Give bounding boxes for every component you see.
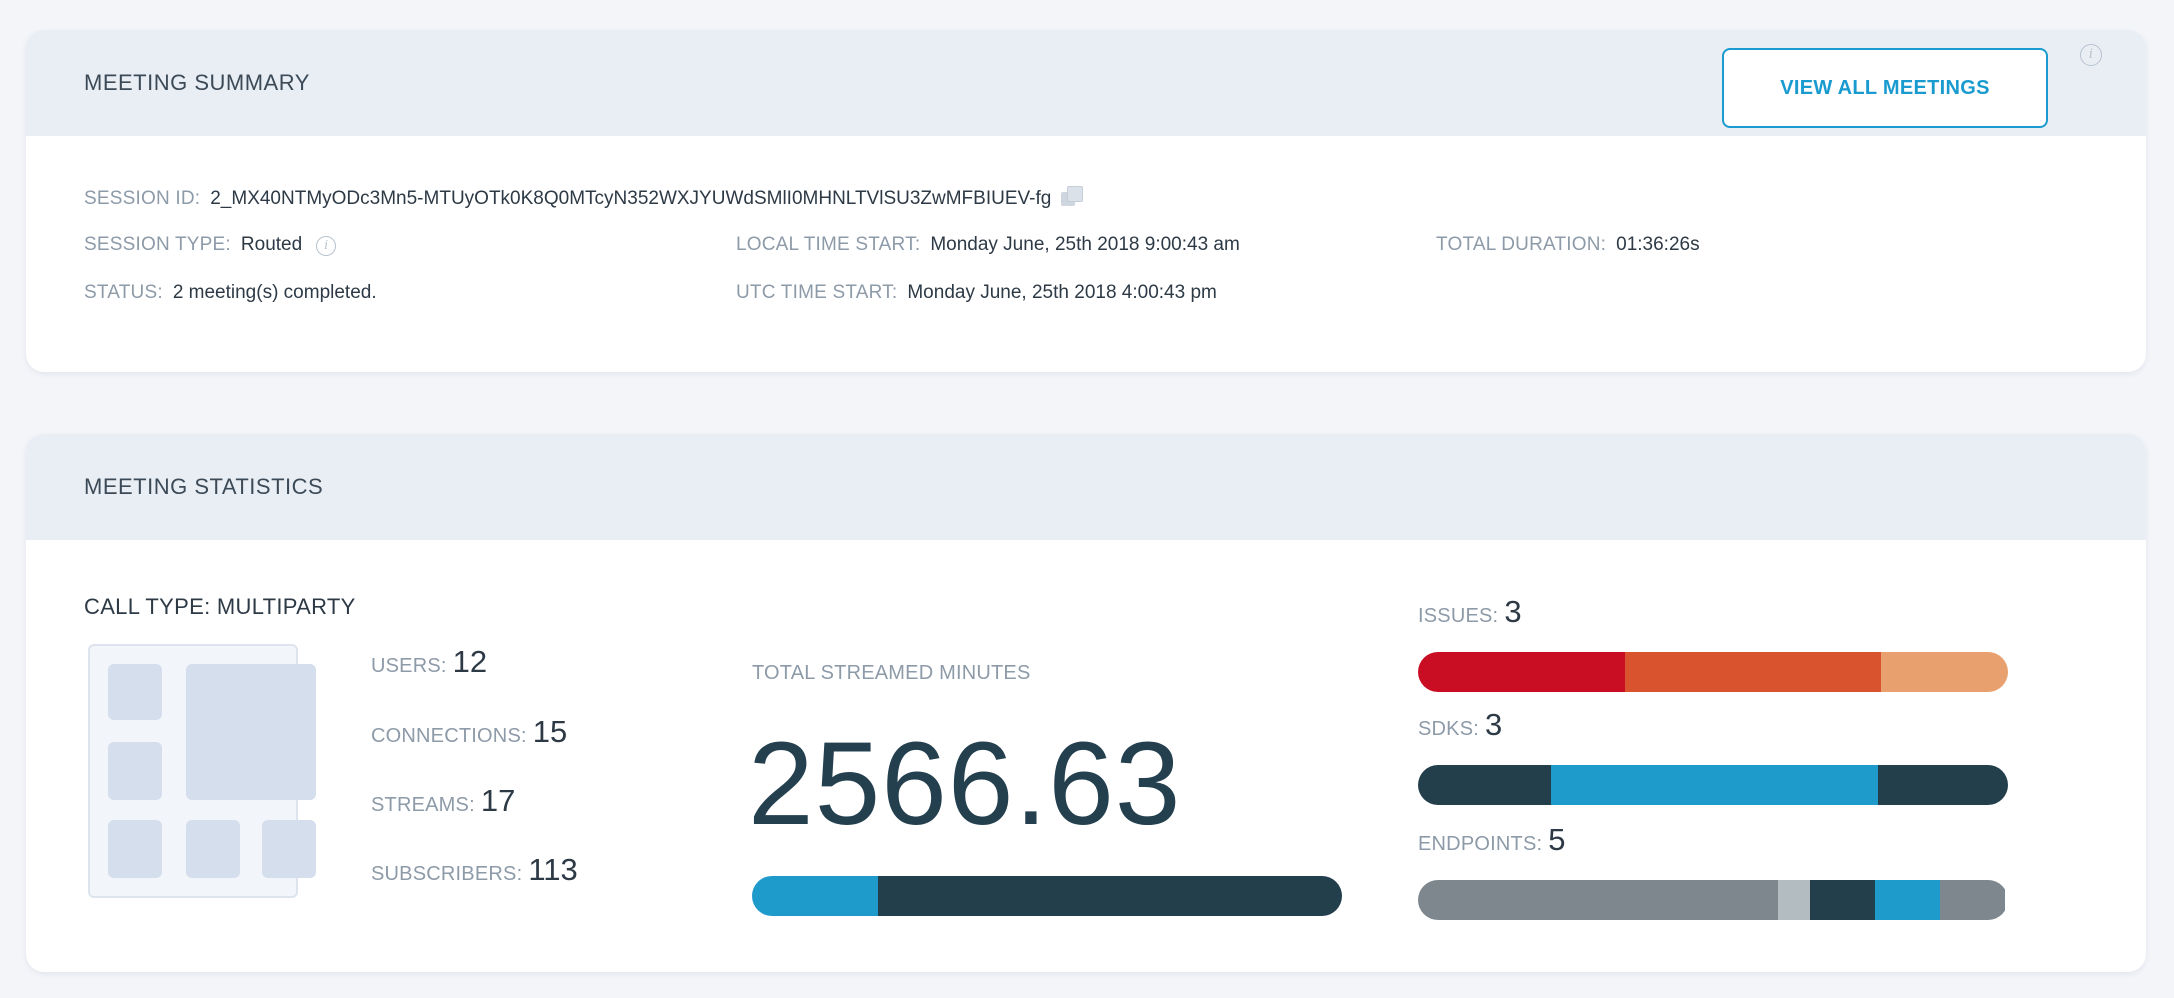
utc-time-label: UTC TIME START: (736, 282, 898, 303)
info-icon[interactable]: i (2080, 44, 2102, 66)
subscribers-value: 113 (528, 852, 578, 887)
issues-value: 3 (1504, 594, 1522, 629)
sdks-segment[interactable] (1878, 765, 2008, 805)
local-time-label: LOCAL TIME START: (736, 234, 921, 255)
users-label: USERS: (371, 655, 447, 677)
sdks-stat: SDKS: 3 (1418, 707, 1502, 743)
issues-label: ISSUES: (1418, 605, 1499, 627)
meeting-statistics-header: MEETING STATISTICS (26, 434, 2146, 540)
sdks-segment[interactable] (1418, 765, 1551, 805)
meeting-statistics-card: MEETING STATISTICS CALL TYPE: MULTIPARTY… (26, 434, 2146, 972)
session-id-value: 2_MX40NTMyODc3Mn5-MTUyOTk0K8Q0MTcyN352WX… (210, 188, 1052, 209)
local-time-value: Monday June, 25th 2018 9:00:43 am (930, 234, 1240, 255)
streams-label: STREAMS: (371, 794, 475, 816)
endpoints-value: 5 (1548, 822, 1566, 857)
endpoints-segment[interactable] (1777, 880, 1811, 920)
subscribers-label: SUBSCRIBERS: (371, 863, 523, 885)
layout-tile (108, 664, 162, 720)
streamed-minutes-bar (752, 876, 1342, 916)
session-type-label: SESSION TYPE: (84, 234, 231, 255)
meeting-summary-title: MEETING SUMMARY (84, 70, 310, 95)
endpoints-segment[interactable] (1875, 880, 1941, 920)
copy-icon[interactable] (1061, 186, 1084, 206)
layout-tile-main (186, 664, 316, 800)
issues-bar (1418, 652, 2008, 692)
streams-value: 17 (480, 783, 516, 818)
layout-tile (262, 820, 316, 878)
local-time-field: LOCAL TIME START: Monday June, 25th 2018 … (736, 234, 1240, 256)
status-value: 2 meeting(s) completed. (172, 282, 377, 303)
meeting-statistics-title: MEETING STATISTICS (84, 474, 324, 499)
layout-tile (108, 742, 162, 800)
sdks-label: SDKS: (1418, 718, 1480, 740)
issues-stat: ISSUES: 3 (1418, 594, 1522, 630)
issues-segment[interactable] (1624, 652, 1882, 692)
endpoints-segment[interactable] (1418, 880, 1778, 920)
view-all-meetings-button[interactable]: VIEW ALL MEETINGS (1722, 48, 2048, 128)
users-stat: USERS: 12 (371, 644, 487, 680)
info-icon[interactable]: i (316, 236, 337, 256)
meeting-summary-header: MEETING SUMMARY VIEW ALL MEETINGS i (26, 30, 2146, 136)
utc-time-value: Monday June, 25th 2018 4:00:43 pm (907, 282, 1217, 303)
endpoints-segment[interactable] (1810, 880, 1876, 920)
sdks-segment[interactable] (1550, 765, 1879, 805)
total-duration-value: 01:36:26s (1616, 234, 1700, 255)
connections-label: CONNECTIONS: (371, 725, 527, 747)
layout-tile (186, 820, 240, 878)
layout-tile (108, 820, 162, 878)
total-streamed-minutes-label: TOTAL STREAMED MINUTES (752, 662, 1031, 684)
total-duration-field: TOTAL DURATION: 01:36:26s (1436, 234, 1700, 256)
session-id-field: SESSION ID: 2_MX40NTMyODc3Mn5-MTUyOTk0K8Q… (84, 186, 1084, 210)
multiparty-layout-graphic (88, 644, 316, 898)
sdks-bar (1418, 765, 2008, 805)
total-streamed-minutes-value: 2566.63 (748, 718, 1182, 850)
issues-segment[interactable] (1418, 652, 1625, 692)
total-duration-label: TOTAL DURATION: (1436, 234, 1607, 255)
connections-stat: CONNECTIONS: 15 (371, 714, 567, 750)
endpoints-segment[interactable] (1940, 880, 2005, 920)
meeting-summary-card: MEETING SUMMARY VIEW ALL MEETINGS i SESS… (26, 30, 2146, 372)
streamed-minutes-segment[interactable] (877, 876, 1342, 916)
status-label: STATUS: (84, 282, 163, 303)
endpoints-bar (1418, 880, 2008, 920)
utc-time-field: UTC TIME START: Monday June, 25th 2018 4:… (736, 282, 1217, 304)
endpoints-label: ENDPOINTS: (1418, 833, 1543, 855)
call-type: CALL TYPE: MULTIPARTY (84, 594, 356, 619)
session-id-label: SESSION ID: (84, 188, 201, 209)
subscribers-stat: SUBSCRIBERS: 113 (371, 852, 578, 888)
connections-value: 15 (532, 714, 568, 749)
sdks-value: 3 (1485, 707, 1503, 742)
streamed-minutes-segment[interactable] (752, 876, 878, 916)
status-field: STATUS: 2 meeting(s) completed. (84, 282, 377, 304)
issues-segment[interactable] (1881, 652, 2008, 692)
endpoints-stat: ENDPOINTS: 5 (1418, 822, 1566, 858)
session-type-field: SESSION TYPE: Routed i (84, 234, 337, 256)
users-value: 12 (452, 644, 488, 679)
streams-stat: STREAMS: 17 (371, 783, 515, 819)
session-type-value: Routed (240, 234, 303, 255)
